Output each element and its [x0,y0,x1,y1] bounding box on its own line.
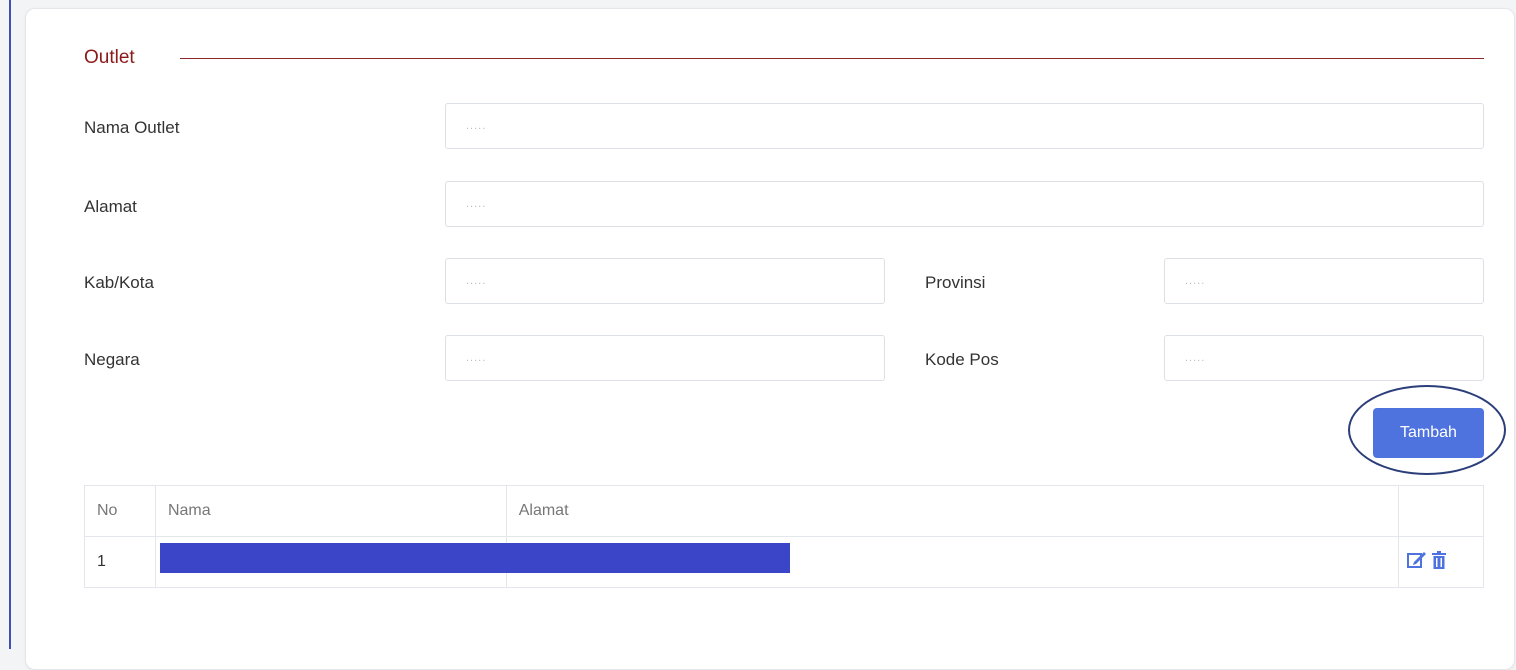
nama-outlet-label: Nama Outlet [84,118,180,137]
provinsi-input[interactable] [1164,258,1484,304]
nama-outlet-input[interactable] [445,103,1484,149]
negara-label: Negara [84,350,140,369]
provinsi-label: Provinsi [925,273,986,292]
header-nama: Nama [154,485,507,537]
table-header-row: No Nama Alamat [84,485,1484,537]
kode-pos-input[interactable] [1164,335,1484,381]
trash-icon[interactable] [1431,550,1447,574]
section-divider [180,58,1484,59]
header-no: No [84,485,156,537]
section-title: Outlet [84,47,135,68]
alamat-label: Alamat [84,197,137,216]
kab-kota-label: Kab/Kota [84,273,154,292]
redacted-content-bar [160,543,790,573]
edit-icon[interactable] [1407,551,1427,574]
tambah-button[interactable]: Tambah [1373,408,1484,458]
kab-kota-input[interactable] [445,258,885,304]
alamat-input[interactable] [445,181,1484,227]
left-edge-rule [9,0,11,649]
negara-input[interactable] [445,335,885,381]
kode-pos-label: Kode Pos [925,350,999,369]
header-actions [1398,485,1484,537]
cell-no: 1 [84,536,156,588]
cell-actions [1398,536,1484,588]
header-alamat: Alamat [505,485,1400,537]
